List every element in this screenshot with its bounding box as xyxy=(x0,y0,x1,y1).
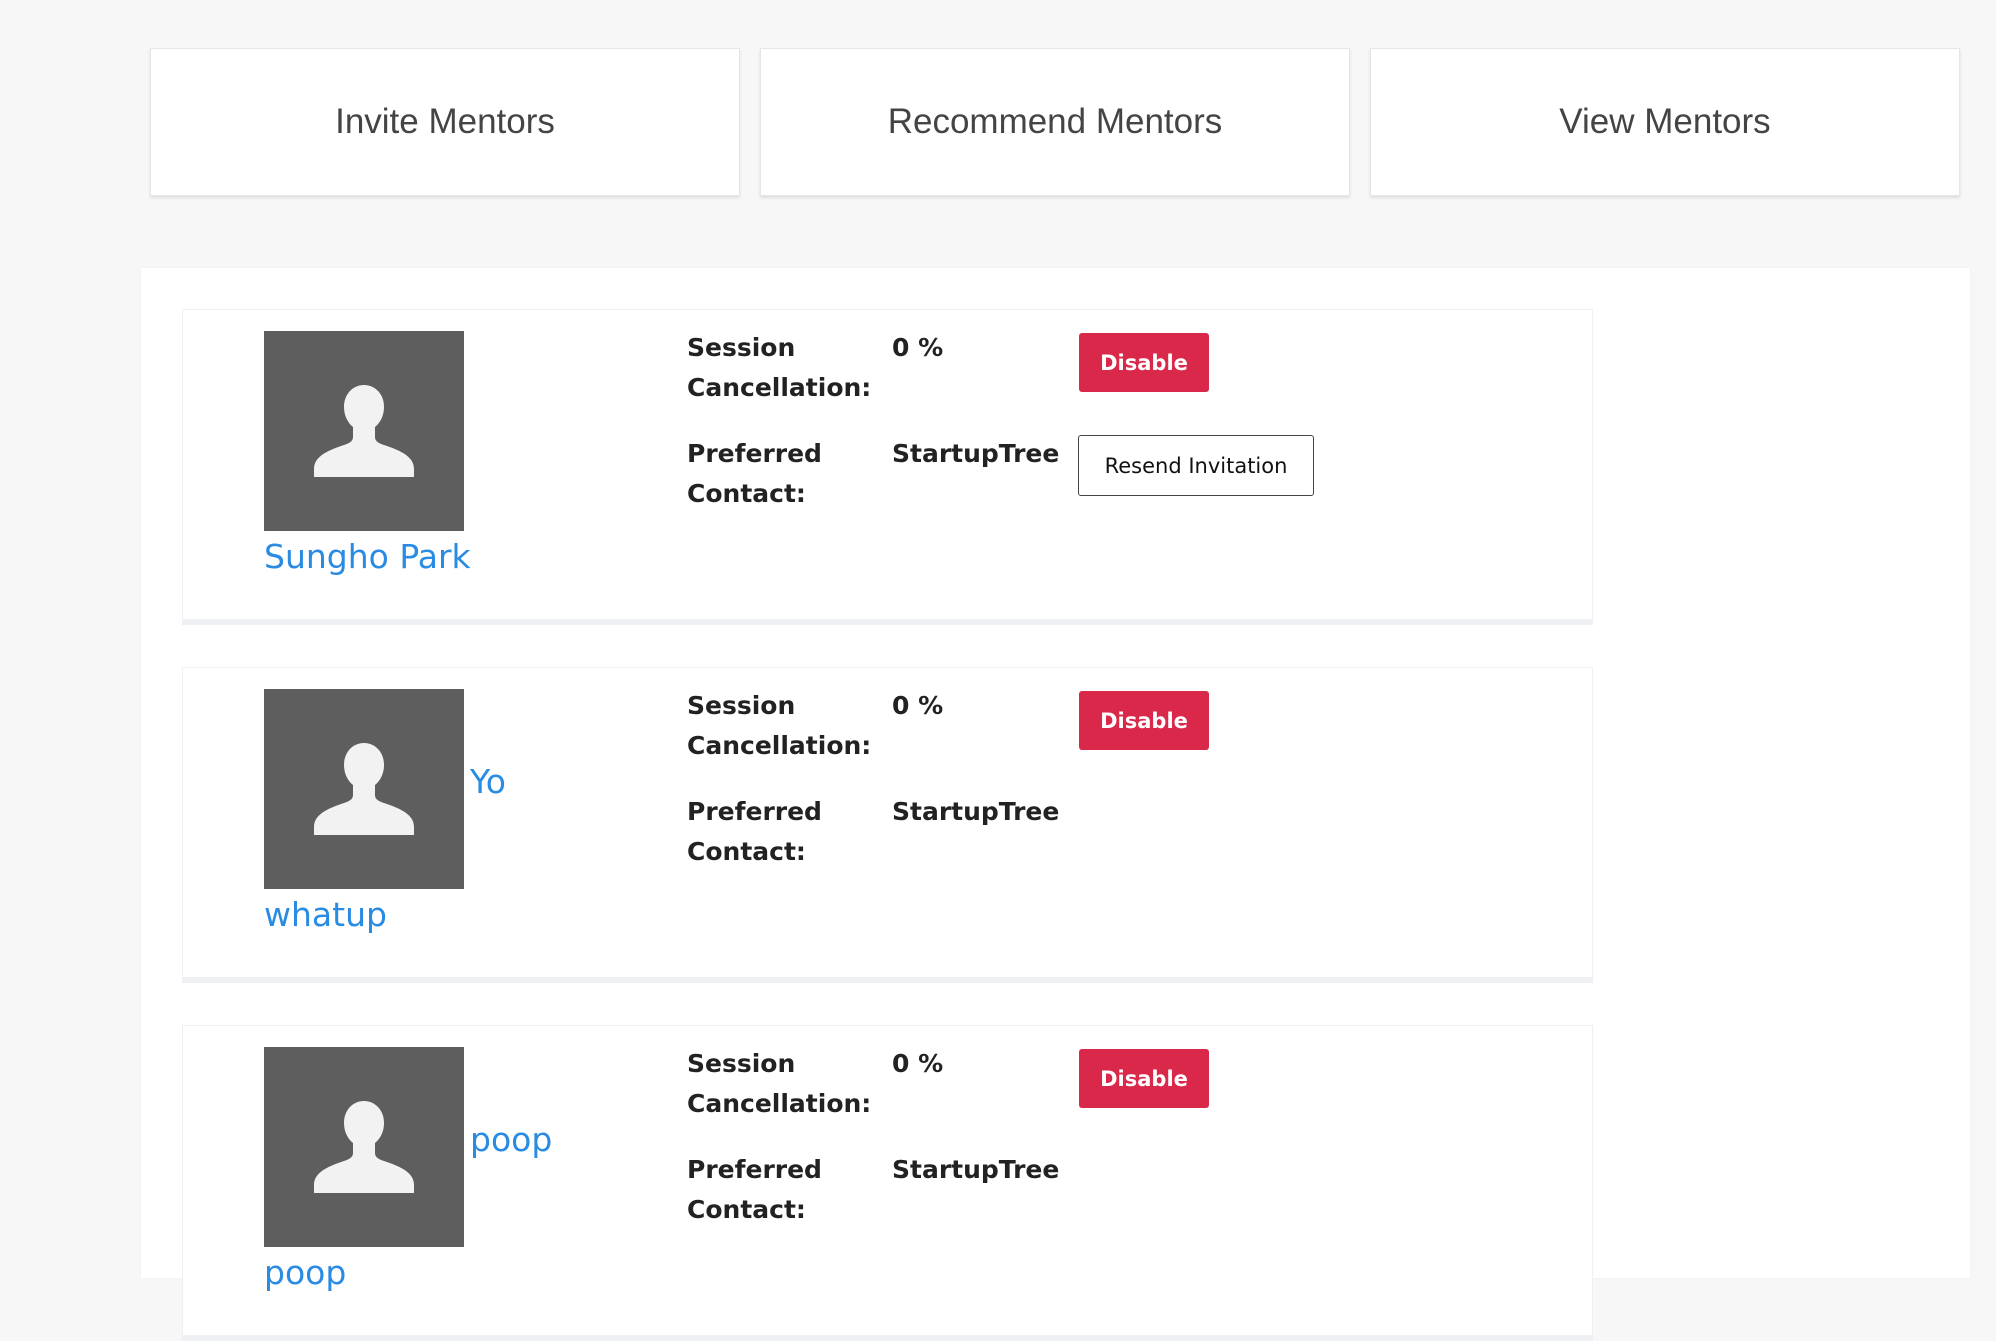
mentor-avatar xyxy=(264,1047,464,1247)
person-silhouette-icon xyxy=(314,1101,414,1193)
disable-button[interactable]: Disable xyxy=(1079,1049,1209,1108)
mentor-card: Yo whatup Session Cancellation: 0 % Pref… xyxy=(182,667,1593,983)
preferred-contact-value: StartupTree xyxy=(892,439,1060,468)
mentor-name-link[interactable]: Yo xyxy=(470,765,506,798)
mentor-card: poop poop Session Cancellation: 0 % Pref… xyxy=(182,1025,1593,1341)
mentor-avatar xyxy=(264,331,464,531)
disable-button[interactable]: Disable xyxy=(1079,691,1209,750)
mentor-list-panel: Sungho Park Session Cancellation: 0 % Pr… xyxy=(141,268,1970,1341)
session-cancellation-value: 0 % xyxy=(892,1049,944,1078)
person-silhouette-icon xyxy=(314,385,414,477)
tab-view-mentors[interactable]: View Mentors xyxy=(1370,48,1960,196)
preferred-contact-value: StartupTree xyxy=(892,797,1060,826)
session-cancellation-label: Session Cancellation: xyxy=(687,1049,872,1118)
person-silhouette-icon xyxy=(314,743,414,835)
preferred-contact-label: Preferred Contact: xyxy=(687,1155,822,1224)
preferred-contact-label: Preferred Contact: xyxy=(687,797,822,866)
session-cancellation-value: 0 % xyxy=(892,691,944,720)
preferred-contact-value: StartupTree xyxy=(892,1155,1060,1184)
mentor-avatar xyxy=(264,689,464,889)
mentor-nav-tabs: Invite Mentors Recommend Mentors View Me… xyxy=(150,48,1961,196)
preferred-contact-label: Preferred Contact: xyxy=(687,439,822,508)
session-cancellation-value: 0 % xyxy=(892,333,944,362)
disable-button[interactable]: Disable xyxy=(1079,333,1209,392)
tab-recommend-mentors[interactable]: Recommend Mentors xyxy=(760,48,1350,196)
session-cancellation-label: Session Cancellation: xyxy=(687,333,872,402)
mentor-name-link-cont[interactable]: poop xyxy=(264,1256,346,1289)
tab-invite-mentors[interactable]: Invite Mentors xyxy=(150,48,740,196)
mentor-card: Sungho Park Session Cancellation: 0 % Pr… xyxy=(182,309,1593,625)
mentor-name-link-cont[interactable]: whatup xyxy=(264,898,387,931)
mentor-name-link[interactable]: Sungho Park xyxy=(264,540,471,573)
mentor-name-link[interactable]: poop xyxy=(470,1123,552,1156)
session-cancellation-label: Session Cancellation: xyxy=(687,691,872,760)
resend-invitation-button[interactable]: Resend Invitation xyxy=(1078,435,1314,496)
